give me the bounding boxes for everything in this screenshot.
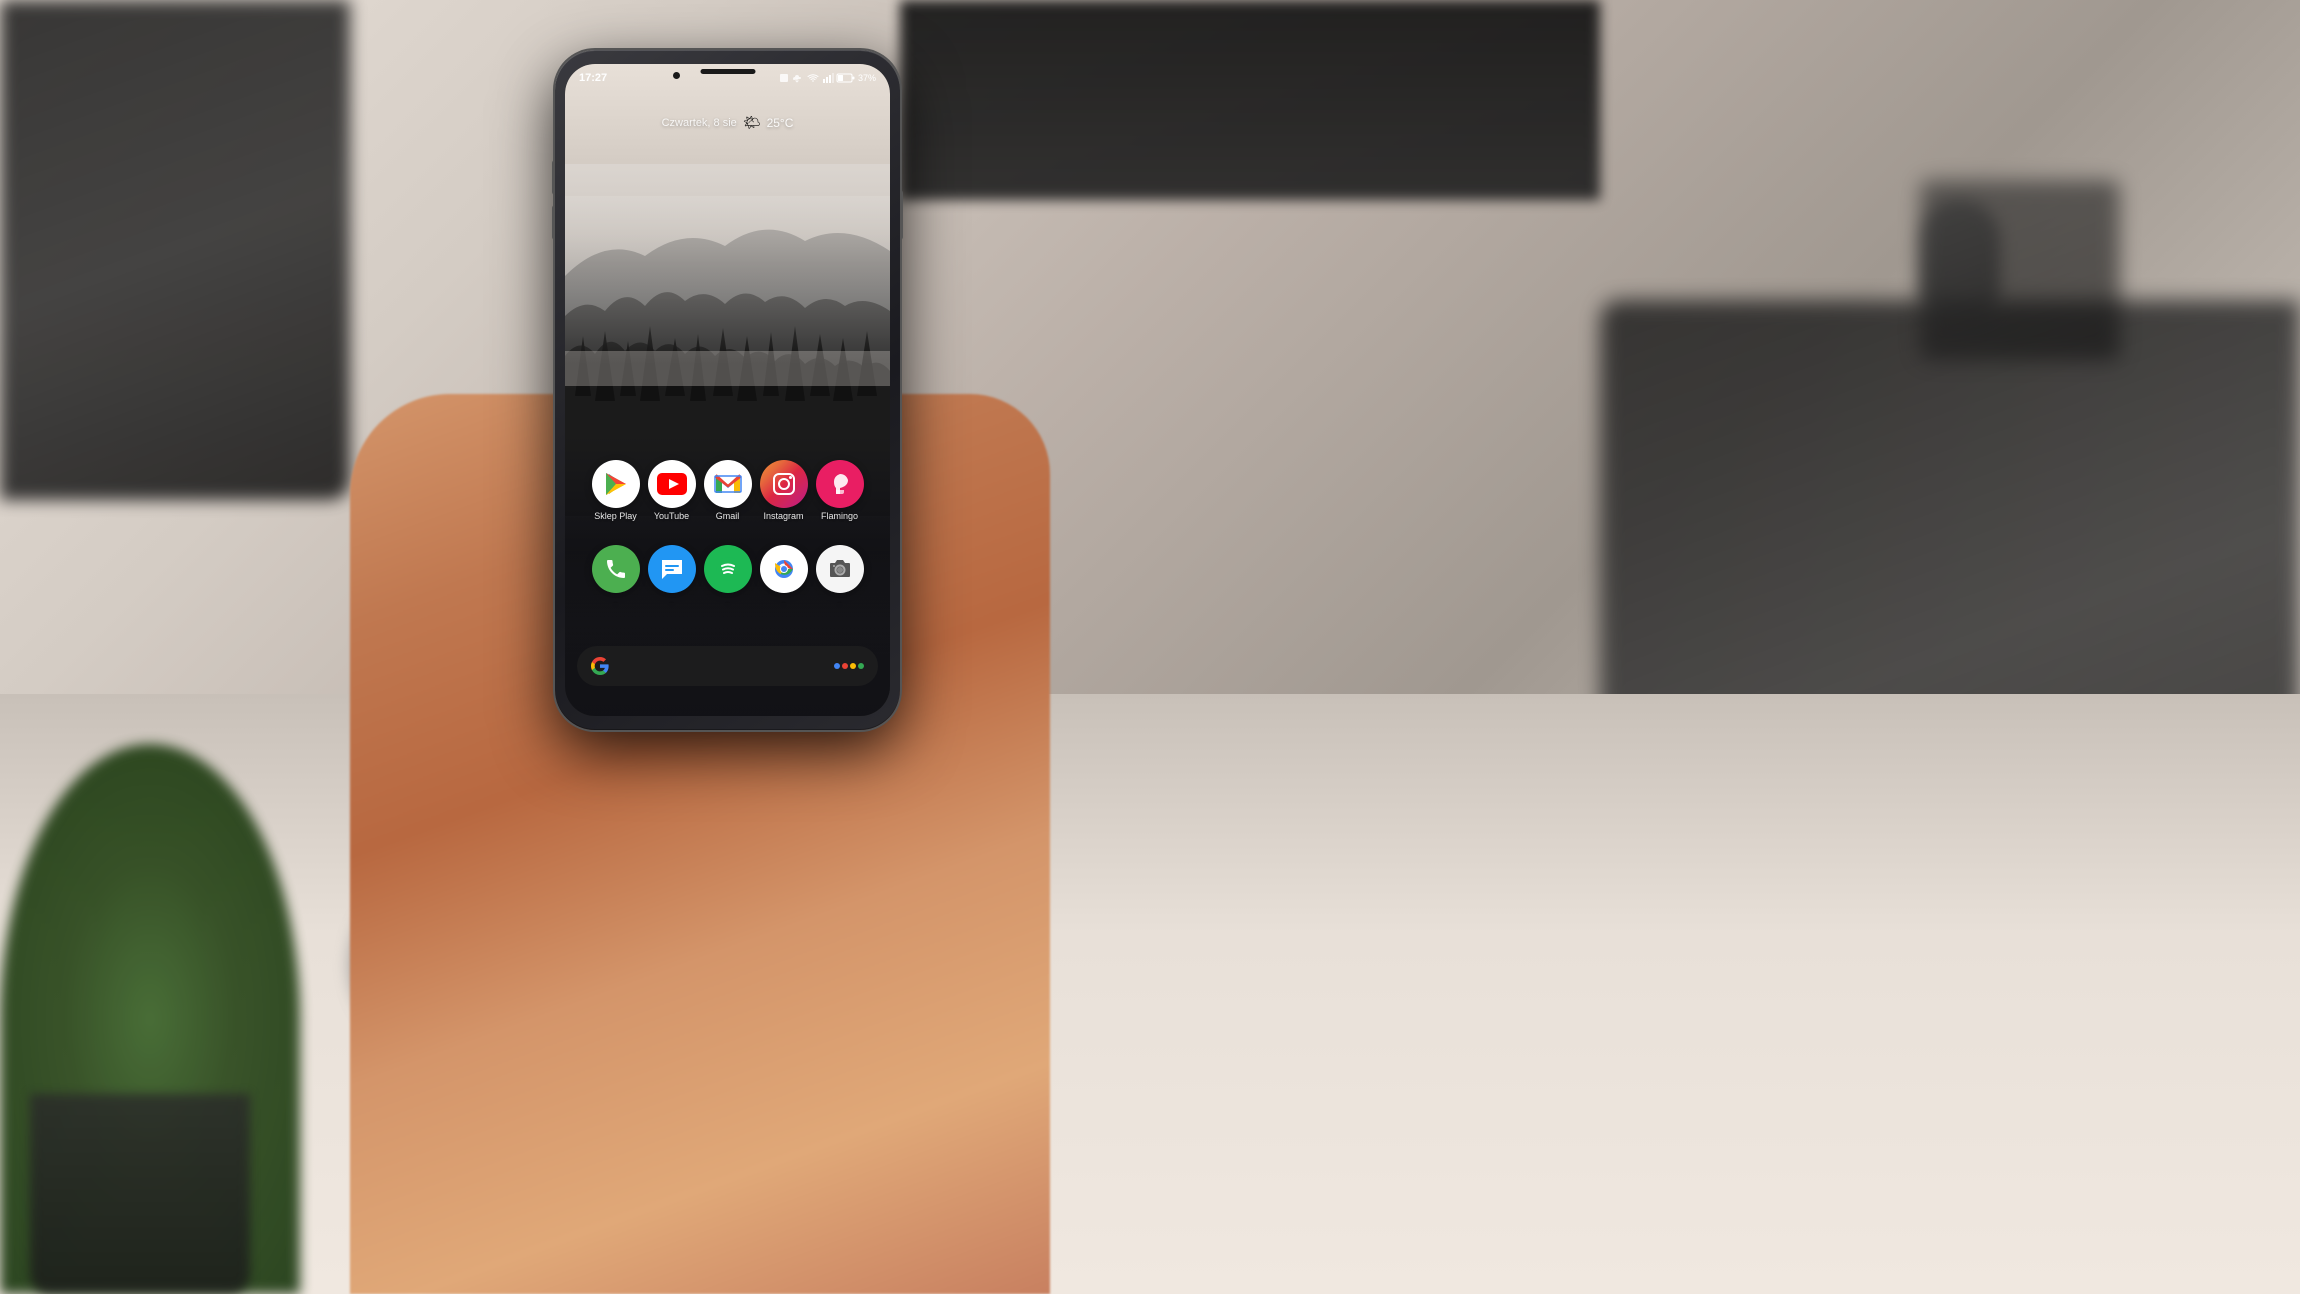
- dot-green: [858, 663, 864, 669]
- phone-call-label: .: [614, 596, 617, 606]
- instagram-label: Instagram: [763, 511, 803, 521]
- gmail-label: Gmail: [716, 511, 740, 521]
- play-store-logo: [602, 470, 630, 498]
- app-sklep-play[interactable]: Sklep Play: [592, 460, 640, 521]
- app-chrome[interactable]: .: [760, 545, 808, 606]
- earpiece: [700, 69, 755, 74]
- youtube-logo: [657, 473, 687, 495]
- sklep-play-label: Sklep Play: [594, 511, 637, 521]
- flamingo-icon-circle[interactable]: [816, 460, 864, 508]
- bg-desk: [0, 694, 2300, 1294]
- instagram-icon-circle[interactable]: [760, 460, 808, 508]
- dot-blue: [834, 663, 840, 669]
- app-gmail[interactable]: Gmail: [704, 460, 752, 521]
- spotify-icon-circle[interactable]: [704, 545, 752, 593]
- weather-date: Czwartek, 8 sie: [662, 117, 737, 129]
- bg-monitor-top: [900, 0, 1600, 200]
- gmail-icon-circle[interactable]: [704, 460, 752, 508]
- status-icons: 37%: [779, 73, 876, 83]
- camera-label: .: [838, 596, 841, 606]
- google-assistant-dots[interactable]: [834, 663, 864, 669]
- notification-icon: [779, 73, 789, 83]
- app-instagram[interactable]: Instagram: [760, 460, 808, 521]
- instagram-logo: [771, 471, 797, 497]
- youtube-label: YouTube: [654, 511, 689, 521]
- messages-label: .: [670, 596, 673, 606]
- phone-body: 17:27: [555, 50, 900, 730]
- camera-icon-circle[interactable]: [816, 545, 864, 593]
- chrome-logo: [770, 555, 798, 583]
- phone-logo: [604, 557, 628, 581]
- bg-mousepad: [1920, 180, 2120, 360]
- spotify-logo: [715, 556, 741, 582]
- app-youtube[interactable]: YouTube: [648, 460, 696, 521]
- volume-down-button[interactable]: [552, 205, 555, 240]
- phone-screen: 17:27: [565, 64, 890, 716]
- sync-icon: [792, 73, 804, 83]
- battery-icon: [837, 73, 855, 83]
- chrome-icon-circle[interactable]: [760, 545, 808, 593]
- volume-up-button[interactable]: [552, 160, 555, 195]
- google-g-icon: [591, 657, 609, 675]
- phone-icon-circle[interactable]: [592, 545, 640, 593]
- weather-sun-icon: 🌤: [743, 114, 761, 131]
- app-row-2: . .: [565, 545, 890, 606]
- flamingo-logo: [826, 470, 854, 498]
- camera-logo: [827, 557, 853, 581]
- app-spotify[interactable]: .: [704, 545, 752, 606]
- wifi-icon: [807, 73, 819, 83]
- weather-widget: Czwartek, 8 sie 🌤 25°C: [565, 114, 890, 131]
- bg-plant-pot: [30, 1094, 250, 1294]
- youtube-icon-circle[interactable]: [648, 460, 696, 508]
- mist-overlay: [565, 164, 890, 364]
- app-row-1: Sklep Play YouTube: [565, 460, 890, 521]
- battery-percentage: 37%: [858, 73, 876, 83]
- front-camera: [673, 72, 680, 79]
- status-time: 17:27: [579, 72, 607, 84]
- app-messages[interactable]: .: [648, 545, 696, 606]
- dot-red: [842, 663, 848, 669]
- weather-temp: 25°C: [767, 116, 794, 130]
- app-phone[interactable]: .: [592, 545, 640, 606]
- google-search-bar[interactable]: [577, 646, 878, 686]
- signal-icon: [822, 73, 834, 83]
- phone: 17:27: [555, 50, 900, 730]
- messages-icon-circle[interactable]: [648, 545, 696, 593]
- bg-monitor: [0, 0, 350, 500]
- power-button[interactable]: [900, 190, 903, 240]
- spotify-label: .: [726, 596, 729, 606]
- messages-logo: [659, 557, 685, 581]
- flamingo-label: Flamingo: [821, 511, 858, 521]
- app-camera[interactable]: .: [816, 545, 864, 606]
- dot-yellow: [850, 663, 856, 669]
- chrome-label: .: [782, 596, 785, 606]
- sklep-play-icon[interactable]: [592, 460, 640, 508]
- app-flamingo[interactable]: Flamingo: [816, 460, 864, 521]
- gmail-logo: [714, 473, 742, 495]
